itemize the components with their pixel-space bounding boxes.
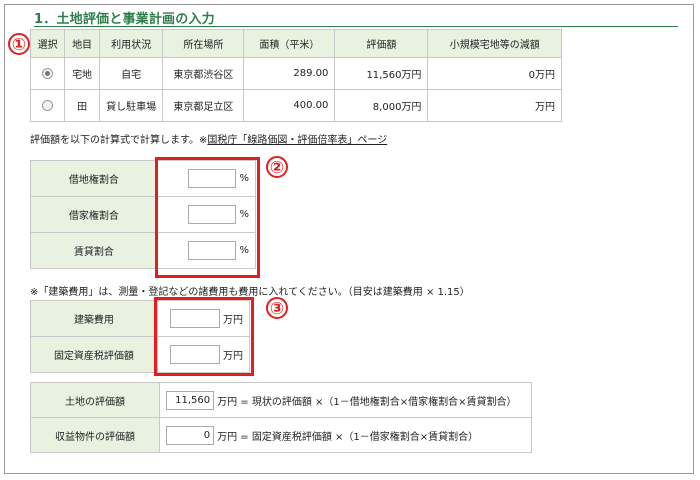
select-cell [29, 89, 66, 122]
col-reduction: 小規模宅地等の減額 [427, 29, 562, 58]
radio-selected[interactable] [42, 67, 54, 79]
property-value-formula: 万円 = 固定資産税評価額 ×（1－借家権割合×賃貸割合） [217, 431, 479, 443]
result-table: 土地の評価額 11,560 万円 = 現状の評価額 ×（1－借地権割合×借家権割合… [29, 382, 532, 453]
property-value-output: 0 [166, 425, 215, 445]
value-cell: 11,560万円 [334, 57, 429, 90]
land-value-formula: 万円 = 現状の評価額 ×（1－借地権割合×借家権割合×賃貸割合） [217, 396, 517, 408]
cost-label: 固定資産税評価額 [30, 336, 158, 373]
col-value: 評価額 [334, 29, 429, 58]
type-cell: 宅地 [64, 57, 100, 90]
reduction-cell: 万円 [427, 89, 562, 122]
result-value-cell: 0 万円 = 固定資産税評価額 ×（1－借家権割合×賃貸割合） [159, 417, 532, 453]
usage-cell: 貸し駐車場 [98, 89, 164, 122]
col-select: 選択 [29, 29, 66, 58]
land-value-output: 11,560 [166, 390, 215, 410]
usage-cell: 自宅 [98, 57, 164, 90]
land-table-header: 選択 地目 利用状況 所在場所 面積（平米） 評価額 小規模宅地等の減額 [29, 29, 562, 58]
section-title: 1．土地評価と事業計画の入力 [34, 12, 215, 27]
land-table: 選択 地目 利用状況 所在場所 面積（平米） 評価額 小規模宅地等の減額 宅地 … [29, 29, 562, 122]
result-value-cell: 11,560 万円 = 現状の評価額 ×（1－借地権割合×借家権割合×賃貸割合） [159, 382, 532, 418]
reduction-cell: 0万円 [427, 57, 562, 90]
ratio-label: 借地権割合 [30, 160, 158, 197]
formula-note: 評価額を以下の計算式で計算します。※国税庁「線路価図・評価倍率表」ページ [30, 131, 387, 146]
ratio-label: 借家権割合 [30, 196, 158, 233]
select-cell [29, 57, 66, 90]
marker-3: ③ [266, 297, 288, 319]
table-row: 宅地 自宅 東京都渋谷区 289.00 11,560万円 0万円 [29, 57, 562, 90]
col-type: 地目 [64, 29, 100, 58]
result-row-property: 収益物件の評価額 0 万円 = 固定資産税評価額 ×（1－借家権割合×賃貸割合） [29, 417, 532, 453]
area-cell: 400.00 [243, 89, 336, 122]
radio-unselected[interactable] [42, 99, 54, 111]
location-cell: 東京都渋谷区 [162, 57, 245, 90]
result-row-land: 土地の評価額 11,560 万円 = 現状の評価額 ×（1－借地権割合×借家権割合… [29, 382, 532, 418]
col-usage: 利用状況 [98, 29, 164, 58]
col-area: 面積（平米） [243, 29, 336, 58]
highlight-box-3 [154, 297, 254, 376]
marker-2: ② [266, 156, 288, 178]
table-row: 田 貸し駐車場 東京都足立区 400.00 8,000万円 万円 [29, 89, 562, 122]
title-underline [34, 26, 678, 27]
formula-note-text: 評価額を以下の計算式で計算します。※ [30, 135, 208, 146]
type-cell: 田 [64, 89, 100, 122]
ratio-label: 賃貸割合 [30, 232, 158, 269]
result-label: 収益物件の評価額 [29, 417, 161, 453]
result-label: 土地の評価額 [29, 382, 161, 418]
col-location: 所在場所 [162, 29, 245, 58]
cost-label: 建築費用 [30, 300, 158, 337]
area-cell: 289.00 [243, 57, 336, 90]
tax-agency-link[interactable]: 国税庁「線路価図・評価倍率表」ページ [207, 135, 387, 146]
highlight-box-2 [155, 157, 260, 278]
construction-cost-note: ※「建築費用」は、測量・登記などの諸費用も費用に入れてください。（目安は建築費用… [30, 287, 470, 298]
location-cell: 東京都足立区 [162, 89, 245, 122]
marker-1: ① [8, 33, 30, 55]
value-cell: 8,000万円 [334, 89, 429, 122]
